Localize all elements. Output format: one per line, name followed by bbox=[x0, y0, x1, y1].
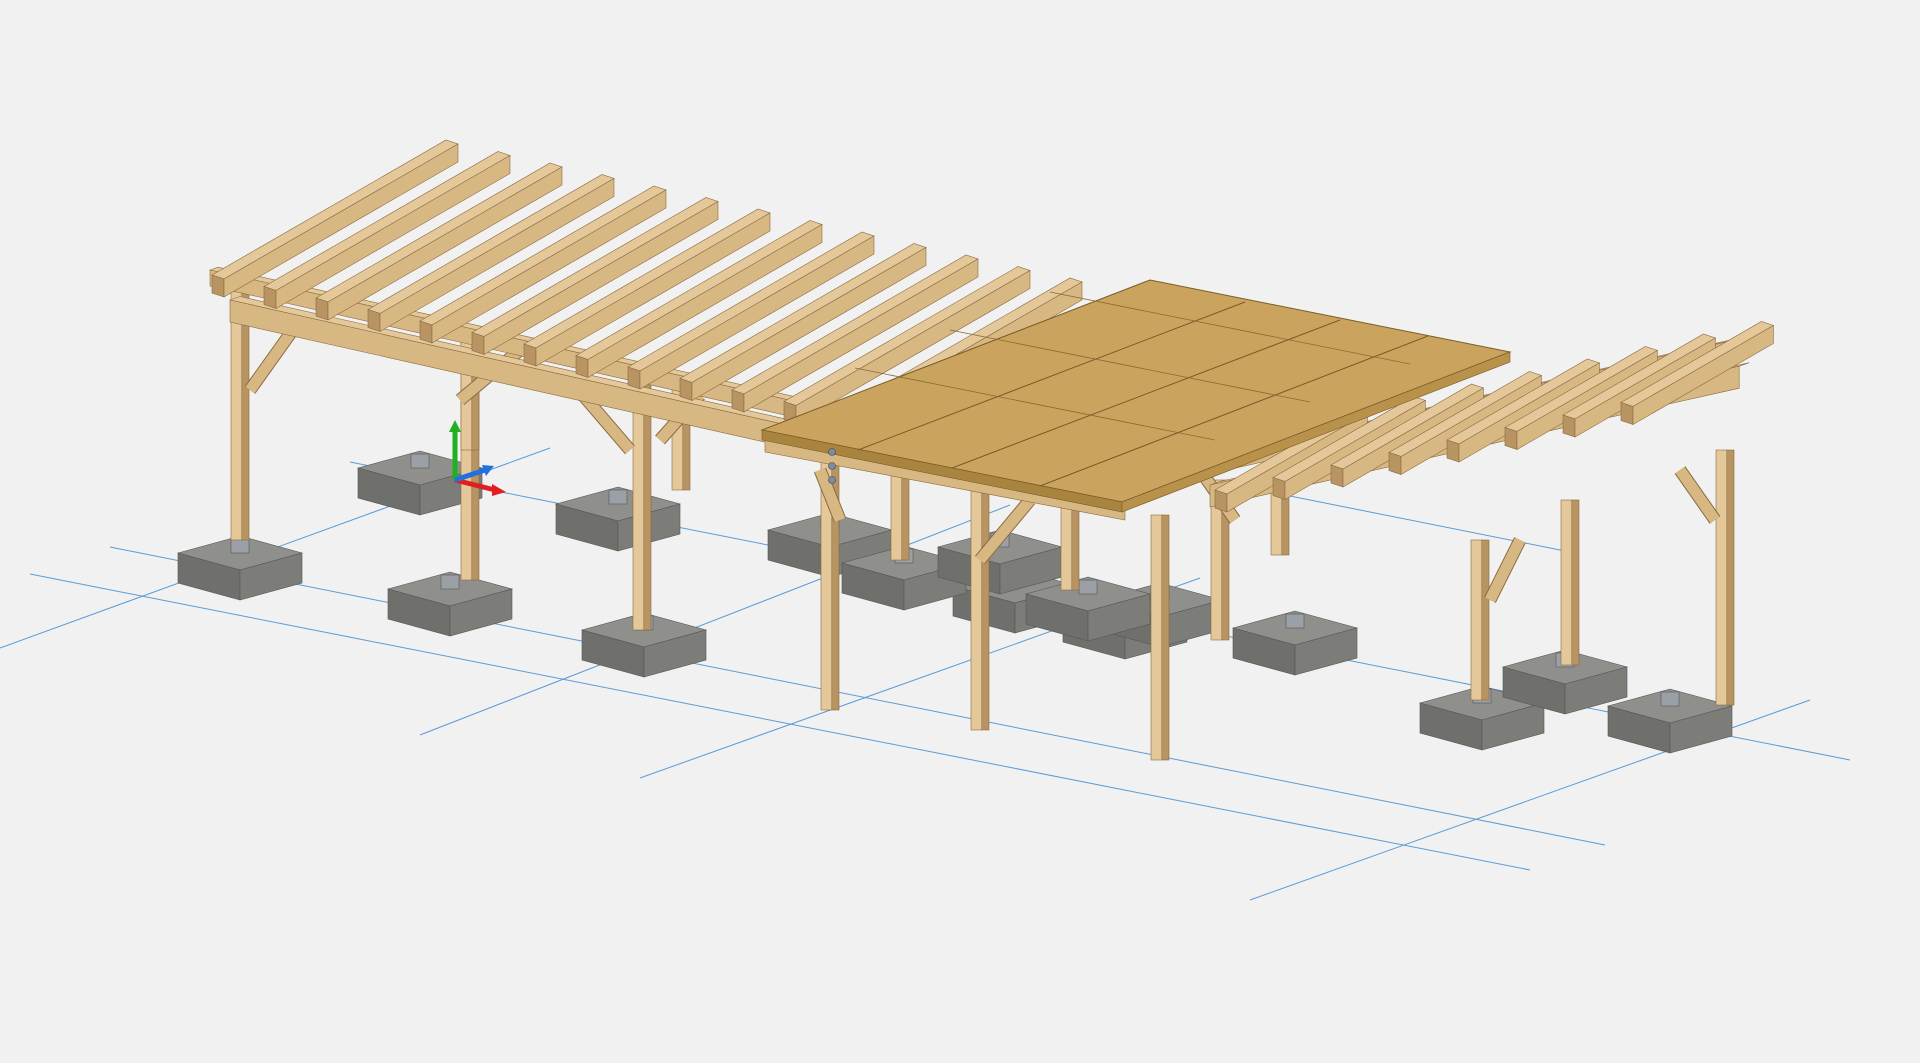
post bbox=[1150, 514, 1163, 761]
post bbox=[970, 484, 983, 731]
post bbox=[981, 484, 990, 731]
post bbox=[901, 469, 910, 561]
post-base-bracket bbox=[1660, 691, 1680, 707]
3d-viewport[interactable] bbox=[0, 0, 1920, 1063]
joist-end bbox=[367, 309, 381, 332]
joist-end bbox=[575, 355, 589, 378]
joist-end bbox=[1620, 402, 1634, 425]
joist-end bbox=[1272, 477, 1286, 500]
post bbox=[1470, 539, 1483, 701]
post-base-bracket bbox=[410, 453, 430, 469]
joist-end bbox=[419, 320, 433, 344]
knee-brace bbox=[1485, 537, 1525, 603]
knee-brace bbox=[1675, 466, 1720, 524]
joist-end bbox=[1388, 452, 1402, 475]
post bbox=[1571, 499, 1580, 666]
concrete-footings bbox=[176, 450, 1734, 754]
post-base-bracket bbox=[440, 574, 460, 590]
bolt bbox=[828, 462, 836, 470]
post bbox=[1161, 514, 1170, 761]
joist-end bbox=[315, 297, 329, 321]
post bbox=[1715, 449, 1728, 706]
post bbox=[1560, 499, 1573, 666]
joist-end bbox=[523, 343, 537, 367]
joist-end bbox=[731, 389, 745, 413]
x-axis-arrow bbox=[492, 484, 506, 496]
joist-end bbox=[1562, 414, 1576, 438]
post-base-bracket bbox=[1078, 579, 1098, 595]
joist-end bbox=[679, 378, 693, 401]
post bbox=[241, 289, 250, 541]
post-base-bracket bbox=[230, 538, 250, 554]
joist-end bbox=[627, 366, 641, 390]
post bbox=[890, 469, 903, 561]
joist-end bbox=[211, 274, 225, 298]
y-axis-arrow bbox=[449, 420, 461, 432]
post bbox=[632, 379, 645, 631]
joist-end bbox=[1504, 427, 1518, 450]
model-canvas[interactable] bbox=[0, 0, 1920, 1063]
post bbox=[1060, 499, 1073, 591]
joist-end bbox=[1330, 464, 1344, 488]
post-base-bracket bbox=[1285, 613, 1305, 629]
joist-end bbox=[471, 332, 485, 355]
post bbox=[1726, 449, 1735, 706]
joist-end bbox=[1214, 489, 1228, 513]
bolt bbox=[828, 476, 836, 484]
bolt bbox=[828, 448, 836, 456]
post-base-bracket bbox=[608, 489, 628, 505]
joist-end bbox=[1446, 439, 1460, 463]
post bbox=[1481, 539, 1490, 701]
post bbox=[1071, 499, 1080, 591]
joist-end bbox=[263, 286, 277, 309]
post bbox=[230, 289, 243, 541]
post bbox=[643, 379, 652, 631]
